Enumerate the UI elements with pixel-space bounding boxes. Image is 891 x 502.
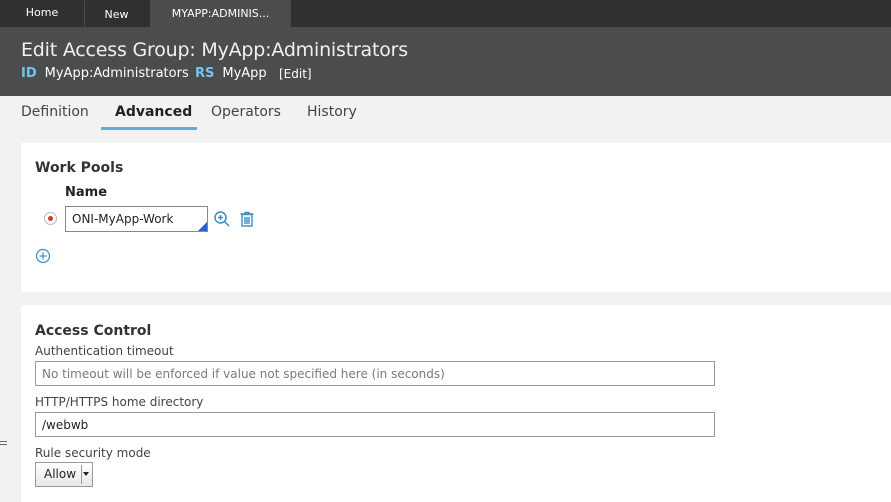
home-dir-input[interactable] xyxy=(35,412,715,437)
active-tab-indicator xyxy=(101,127,197,130)
tab-history[interactable]: History xyxy=(307,104,357,120)
work-pools-panel: Work Pools Name xyxy=(21,143,891,292)
trash-icon[interactable] xyxy=(238,210,256,228)
add-circle-icon[interactable] xyxy=(35,248,51,264)
default-work-pool-radio[interactable] xyxy=(44,212,57,225)
rule-security-label: Rule security mode xyxy=(35,446,151,460)
rs-key-label: RS xyxy=(195,66,215,81)
page-title: Edit Access Group: MyApp:Administrators xyxy=(21,39,408,61)
doc-tab-new[interactable]: New xyxy=(84,1,148,28)
work-pool-name-input[interactable] xyxy=(65,206,208,232)
panel-resize-handle[interactable] xyxy=(0,441,7,449)
doc-tab-home[interactable]: Home xyxy=(0,0,84,26)
work-pools-title: Work Pools xyxy=(35,160,124,176)
id-value: MyApp:Administrators xyxy=(44,66,189,81)
autocomplete-corner-icon xyxy=(198,222,207,231)
section-tabs: Definition Advanced Operators History xyxy=(0,96,891,131)
document-tab-bar: Home New MYAPP:ADMINIS... xyxy=(0,0,891,28)
id-key-label: ID xyxy=(21,66,37,81)
chevron-down-icon xyxy=(83,472,89,476)
access-control-title: Access Control xyxy=(35,323,152,339)
tab-advanced[interactable]: Advanced xyxy=(115,104,192,120)
doc-tab-access-group[interactable]: MYAPP:ADMINIS... xyxy=(150,0,291,27)
record-id: ID MyApp:Administrators xyxy=(21,66,189,81)
rs-value: MyApp xyxy=(222,66,267,81)
rule-security-value: Allow xyxy=(44,467,77,481)
record-header: Edit Access Group: MyApp:Administrators … xyxy=(0,27,891,96)
auth-timeout-input[interactable] xyxy=(35,361,715,386)
tab-definition[interactable]: Definition xyxy=(21,104,89,120)
tab-operators[interactable]: Operators xyxy=(211,104,281,120)
access-control-panel: Access Control Authentication timeout HT… xyxy=(21,305,891,502)
edit-link[interactable]: [Edit] xyxy=(279,67,312,81)
zoom-icon[interactable] xyxy=(213,210,231,228)
home-dir-label: HTTP/HTTPS home directory xyxy=(35,395,204,409)
record-ruleset: RS MyApp xyxy=(195,66,267,81)
rule-security-select[interactable]: Allow xyxy=(35,462,93,487)
name-column-header: Name xyxy=(65,185,108,200)
auth-timeout-label: Authentication timeout xyxy=(35,344,174,358)
